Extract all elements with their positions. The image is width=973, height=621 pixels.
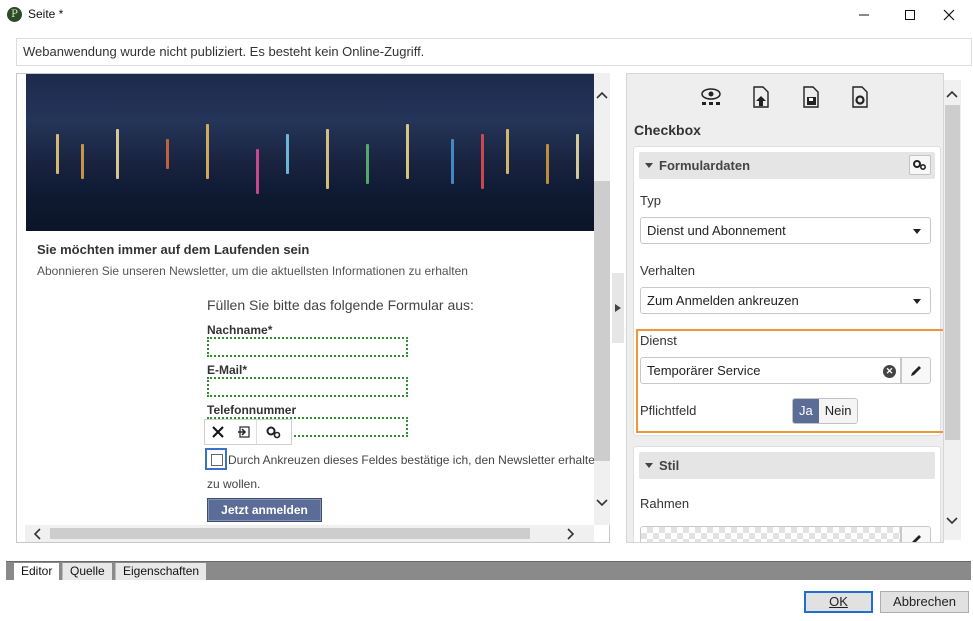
pflichtfeld-yes-option[interactable]: Ja <box>793 399 819 423</box>
document-upload-icon <box>753 86 769 108</box>
ok-button[interactable]: OK <box>804 591 873 613</box>
properties-panel: Checkbox Formulardaten Typ Dienst und Ab… <box>626 73 944 543</box>
tab-editor[interactable]: Editor <box>14 563 60 580</box>
maximize-icon <box>905 10 915 20</box>
panel-vertical-thumb[interactable] <box>945 105 960 440</box>
document-save-icon <box>803 86 819 108</box>
stil-header[interactable]: Stil <box>639 452 935 479</box>
expand-arrow-icon <box>645 463 653 469</box>
ok-button-label: OK <box>829 594 848 609</box>
cancel-button[interactable]: Abbrechen <box>880 591 969 613</box>
dienst-input[interactable]: Temporärer Service <box>640 357 901 384</box>
formulardaten-title: Formulardaten <box>659 158 751 173</box>
chevron-down-icon <box>913 229 921 234</box>
clear-icon[interactable]: ✕ <box>883 365 896 378</box>
eye-icon <box>701 88 721 105</box>
newsletter-checkbox[interactable] <box>211 454 223 466</box>
collapse-arrow-icon <box>615 304 621 312</box>
element-settings-button[interactable] <box>257 420 289 444</box>
scroll-down-icon[interactable] <box>596 498 608 508</box>
close-button[interactable] <box>926 0 972 30</box>
phone-label: Telefonnummer <box>207 403 297 417</box>
window-title: Seite * <box>28 7 64 21</box>
publish-warning-banner: Webanwendung wurde nicht publiziert. Es … <box>16 38 972 66</box>
typ-value: Dienst und Abonnement <box>647 223 786 238</box>
tab-quelle[interactable]: Quelle <box>62 563 112 580</box>
lastname-input[interactable] <box>207 337 408 357</box>
dienst-label: Dienst <box>640 333 677 348</box>
formulardaten-header[interactable]: Formulardaten <box>639 152 935 179</box>
verhalten-value: Zum Anmelden ankreuzen <box>647 293 799 308</box>
preview-horizontal-thumb[interactable] <box>50 528 530 539</box>
save-tool-button[interactable] <box>798 84 824 110</box>
scroll-left-icon[interactable] <box>32 528 42 540</box>
chevron-down-icon <box>913 299 921 304</box>
preview-pane[interactable]: Sie möchten immer auf dem Laufenden sein… <box>16 73 610 543</box>
verhalten-select[interactable]: Zum Anmelden ankreuzen <box>640 287 931 314</box>
typ-select[interactable]: Dienst und Abonnement <box>640 217 931 244</box>
panel-title: Checkbox <box>634 122 701 138</box>
email-label: E-Mail* <box>207 363 248 377</box>
move-element-button[interactable] <box>231 420 257 444</box>
form-intro: Füllen Sie bitte das folgende Formular a… <box>207 297 474 313</box>
gears-icon <box>913 160 927 171</box>
pflichtfeld-toggle: Ja Nein <box>792 398 859 424</box>
pencil-icon <box>911 534 921 542</box>
panel-splitter[interactable] <box>612 273 624 343</box>
scroll-up-icon[interactable] <box>596 90 608 100</box>
minimize-icon <box>859 14 869 16</box>
expand-arrow-icon <box>645 163 653 169</box>
checkbox-label-cont: zu wollen. <box>207 477 261 491</box>
rahmen-label: Rahmen <box>640 496 690 511</box>
pencil-icon <box>911 365 921 376</box>
stil-section: Stil Rahmen <box>633 446 941 542</box>
subscribe-button[interactable]: Jetzt anmelden <box>207 498 322 522</box>
app-icon: P <box>7 7 22 22</box>
move-icon <box>237 426 250 438</box>
cancel-button-label: Abbrechen <box>893 594 956 609</box>
settings-tool-button[interactable] <box>847 84 873 110</box>
scroll-down-icon[interactable] <box>946 516 958 526</box>
element-toolbar <box>204 419 292 445</box>
formulardaten-section: Formulardaten Typ Dienst und Abonnement … <box>633 146 943 436</box>
stil-title: Stil <box>659 458 680 473</box>
view-tabs: Editor Quelle Eigenschaften <box>6 561 971 580</box>
delete-element-button[interactable] <box>205 420 231 444</box>
gears-icon <box>266 426 281 439</box>
delete-icon <box>212 426 224 438</box>
newsletter-subheading: Abonnieren Sie unseren Newsletter, um di… <box>37 264 468 278</box>
pflichtfeld-no-option[interactable]: Nein <box>818 399 858 423</box>
preview-tool-button[interactable] <box>698 84 724 110</box>
tab-eigenschaften[interactable]: Eigenschaften <box>115 563 207 580</box>
newsletter-heading: Sie möchten immer auf dem Laufenden sein <box>37 242 310 257</box>
section-settings-button[interactable] <box>909 155 931 175</box>
pflichtfeld-label: Pflichtfeld <box>640 403 697 418</box>
lastname-label: Nachname* <box>207 323 273 337</box>
typ-label: Typ <box>640 193 661 208</box>
verhalten-label: Verhalten <box>640 263 695 278</box>
rahmen-color-field[interactable] <box>640 526 901 542</box>
email-input[interactable] <box>207 377 408 397</box>
document-settings-icon <box>852 86 868 108</box>
scroll-right-icon[interactable] <box>566 528 576 540</box>
title-bar <box>0 0 973 30</box>
scroll-up-icon[interactable] <box>946 89 958 99</box>
edit-rahmen-button[interactable] <box>901 526 931 542</box>
close-icon <box>943 9 955 21</box>
upload-tool-button[interactable] <box>748 84 774 110</box>
hero-image <box>26 74 594 231</box>
minimize-button[interactable] <box>841 0 887 30</box>
preview-vertical-thumb[interactable] <box>594 181 610 461</box>
checkbox-label: Durch Ankreuzen dieses Feldes bestätige … <box>228 453 602 467</box>
edit-dienst-button[interactable] <box>901 357 931 384</box>
